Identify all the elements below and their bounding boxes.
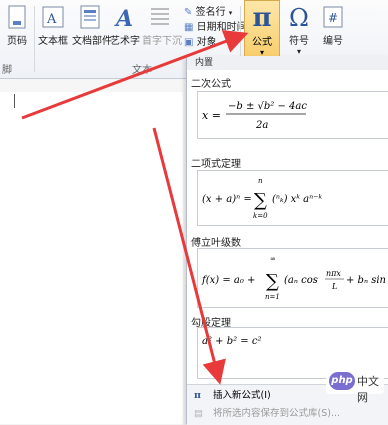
annotation-arrows [21,30,249,385]
watermark-text: 中文网 [357,375,379,404]
arrow-to-insert-new [152,127,226,385]
arrow-to-formula [21,30,249,120]
php-watermark: php 中文网 [326,368,384,404]
php-logo: php [329,372,355,390]
